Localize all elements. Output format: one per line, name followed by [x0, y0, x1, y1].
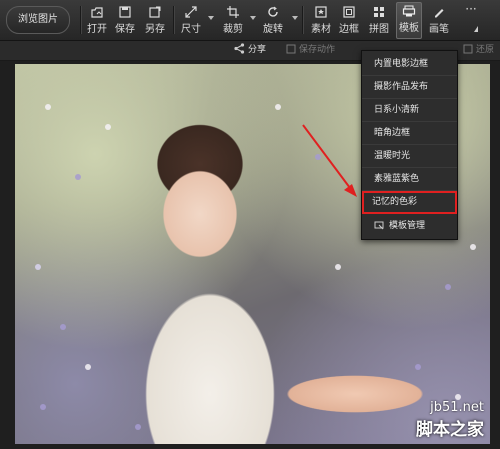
template-manage-item[interactable]: 模板管理 — [362, 215, 457, 238]
template-menu-item[interactable]: 暗角边框 — [362, 122, 457, 145]
template-menu-item[interactable]: 摄影作品发布 — [362, 76, 457, 99]
template-menu-item-memory-colors[interactable]: 记忆的色彩 — [362, 191, 457, 214]
template-menu: 内置电影边框 摄影作品发布 日系小清新 暗角边框 温暖时光 素雅蓝紫色 记忆的色… — [361, 50, 458, 240]
template-menu-item[interactable]: 素雅蓝紫色 — [362, 168, 457, 191]
template-manage-icon — [374, 221, 384, 230]
template-menu-item[interactable]: 温暖时光 — [362, 145, 457, 168]
template-menu-item[interactable]: 日系小清新 — [362, 99, 457, 122]
template-menu-item[interactable]: 内置电影边框 — [362, 53, 457, 76]
